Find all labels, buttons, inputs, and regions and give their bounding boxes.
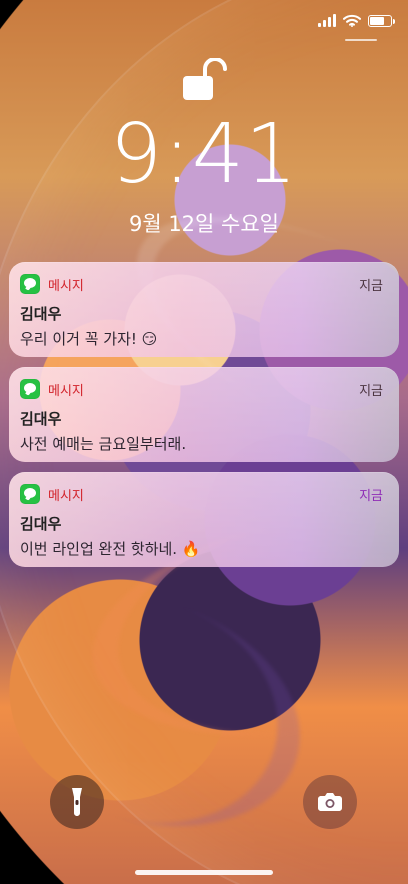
notification-header: 메시지 지금: [20, 379, 383, 399]
lock-screen: 9:41 9월 12일 수요일 메시지 지금 김대우 우리 이거 꼭 가자! 😏…: [0, 0, 408, 884]
status-bar: [318, 14, 395, 27]
notification-card[interactable]: 메시지 지금 김대우 사전 예매는 금요일부터래.: [9, 367, 399, 462]
flashlight-button[interactable]: [50, 775, 104, 829]
battery-icon: [368, 14, 395, 27]
flashlight-icon: [72, 788, 82, 816]
notification-sender: 김대우: [20, 305, 62, 323]
notification-app-meta: 메시지: [20, 379, 84, 399]
notification-app-name: 메시지: [48, 383, 84, 399]
notification-header: 메시지 지금: [20, 484, 383, 504]
notification-time: 지금: [359, 488, 383, 504]
battery-level: [370, 16, 385, 25]
notification-app-name: 메시지: [48, 278, 84, 294]
unlocked-padlock-icon: [181, 56, 227, 106]
notification-header: 메시지 지금: [20, 274, 383, 294]
notification-card[interactable]: 메시지 지금 김대우 우리 이거 꼭 가자! 😏: [9, 262, 399, 357]
messages-app-icon: [20, 484, 40, 504]
notification-sender: 김대우: [20, 515, 62, 533]
notification-time: 지금: [359, 383, 383, 399]
notification-sender: 김대우: [20, 410, 62, 428]
notification-message: 사전 예매는 금요일부터래.: [20, 435, 187, 453]
notification-app-meta: 메시지: [20, 274, 84, 294]
messages-app-icon: [20, 379, 40, 399]
messages-app-icon: [20, 274, 40, 294]
notification-message: 이번 라인업 완전 핫하네. 🔥: [20, 540, 201, 558]
notification-app-meta: 메시지: [20, 484, 84, 504]
signal-bar: [333, 14, 336, 27]
lock-date: 9월 12일 수요일: [128, 212, 280, 236]
control-center-indicator[interactable]: [345, 39, 377, 41]
home-indicator[interactable]: [135, 870, 273, 875]
notification-card[interactable]: 메시지 지금 김대우 이번 라인업 완전 핫하네. 🔥: [9, 472, 399, 567]
signal-bar: [318, 23, 321, 27]
camera-icon: [318, 793, 342, 811]
camera-button[interactable]: [303, 775, 357, 829]
notification-message: 우리 이거 꼭 가자! 😏: [20, 330, 158, 348]
signal-bar: [328, 17, 331, 27]
notification-app-name: 메시지: [48, 488, 84, 504]
lock-time: 9:41: [109, 107, 299, 202]
cellular-signal-icon: [318, 14, 336, 27]
notification-stack: 메시지 지금 김대우 우리 이거 꼭 가자! 😏 메시지 지금 김대우 사전 예…: [9, 262, 399, 577]
wifi-icon: [343, 14, 361, 27]
signal-bar: [323, 20, 326, 27]
notification-time: 지금: [359, 278, 383, 294]
